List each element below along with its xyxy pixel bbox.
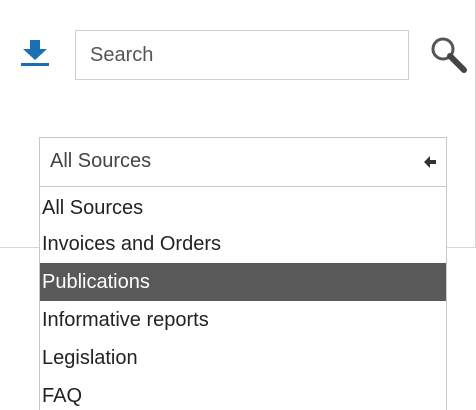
search-button[interactable] xyxy=(428,34,472,78)
download-icon xyxy=(20,36,50,68)
magnifier-icon xyxy=(428,34,472,78)
dropdown-option-all-sources[interactable]: All Sources xyxy=(40,187,446,225)
dropdown-option-informative-reports[interactable]: Informative reports xyxy=(40,301,446,339)
arrow-left-icon xyxy=(422,154,438,170)
dropdown-option-legislation[interactable]: Legislation xyxy=(40,339,446,377)
source-select[interactable]: All Sources xyxy=(39,137,447,187)
search-widget: All Sources All Sources Invoices and Ord… xyxy=(0,0,476,410)
dropdown-option-faq[interactable]: FAQ xyxy=(40,377,446,410)
dropdown-option-publications[interactable]: Publications xyxy=(40,263,446,301)
search-input[interactable] xyxy=(75,30,409,80)
source-select-value: All Sources xyxy=(50,150,152,172)
source-dropdown-list: All Sources Invoices and Orders Publicat… xyxy=(39,187,447,410)
download-button[interactable] xyxy=(20,36,50,68)
dropdown-option-invoices-and-orders[interactable]: Invoices and Orders xyxy=(40,225,446,263)
